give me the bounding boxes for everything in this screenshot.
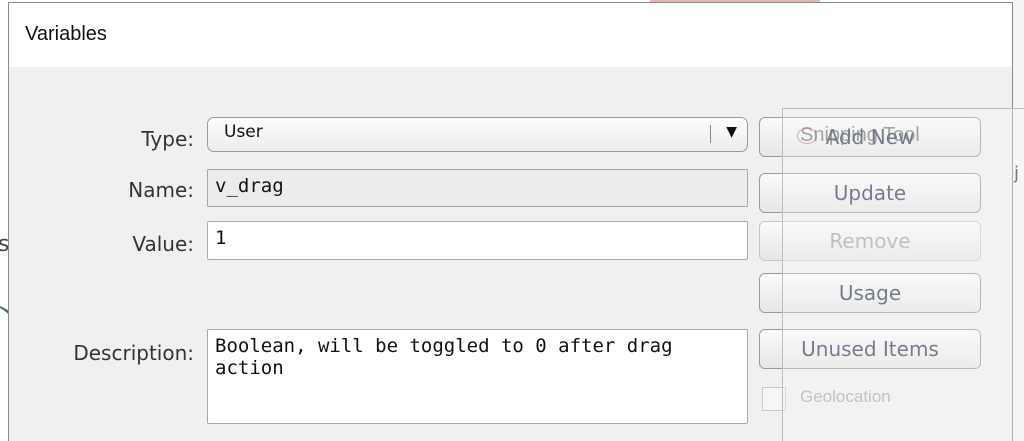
unused-items-button[interactable]: Unused Items bbox=[759, 329, 981, 369]
update-button[interactable]: Update bbox=[759, 173, 981, 213]
variables-dialog: Variables Type: User ▼ Name: v_drag Valu… bbox=[8, 2, 1013, 441]
geolocation-label: Geolocation bbox=[800, 387, 891, 406]
value-label: Value: bbox=[132, 232, 194, 256]
background-glyph-right: j bbox=[1014, 163, 1020, 184]
dialog-titlebar[interactable]: Variables bbox=[9, 3, 1012, 67]
value-field[interactable]: 1 bbox=[207, 221, 748, 260]
geolocation-checkbox[interactable] bbox=[762, 387, 786, 411]
description-field[interactable]: Boolean, will be toggled to 0 after drag… bbox=[207, 329, 748, 424]
type-dropdown-value: User bbox=[224, 122, 263, 142]
dialog-title: Variables bbox=[25, 23, 107, 45]
dropdown-separator bbox=[710, 125, 711, 143]
type-label: Type: bbox=[141, 127, 194, 151]
triangle-down-icon[interactable]: ▼ bbox=[726, 124, 737, 140]
screen: s j Variables Type: User ▼ Name: v_drag … bbox=[0, 0, 1024, 441]
name-field[interactable]: v_drag bbox=[207, 169, 748, 207]
name-label: Name: bbox=[128, 178, 194, 202]
description-label: Description: bbox=[73, 341, 194, 365]
background-right-strip bbox=[1013, 0, 1024, 441]
usage-button[interactable]: Usage bbox=[759, 273, 981, 313]
remove-button[interactable]: Remove bbox=[759, 221, 981, 261]
type-dropdown[interactable]: User ▼ bbox=[207, 117, 748, 152]
add-new-button[interactable]: Add New bbox=[759, 117, 981, 157]
